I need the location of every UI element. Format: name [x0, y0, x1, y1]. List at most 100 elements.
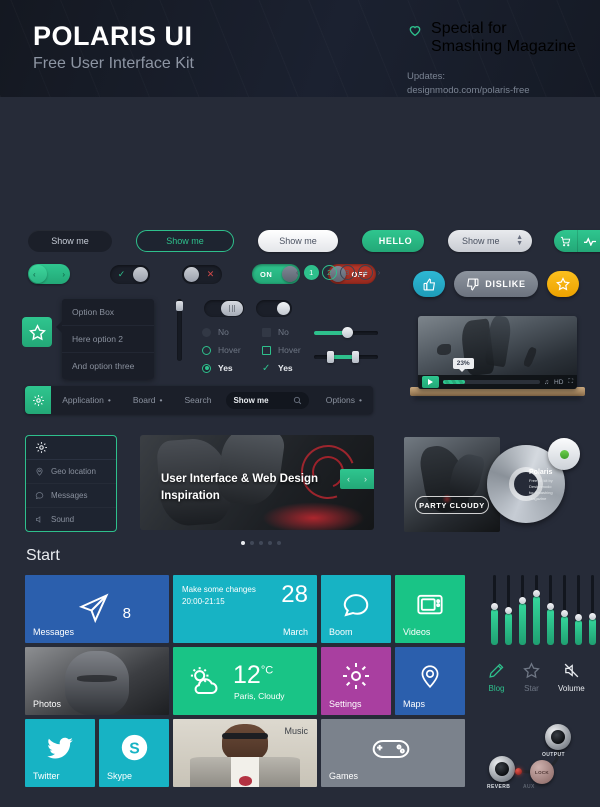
cart-icon[interactable]	[554, 230, 578, 252]
page-2[interactable]: 2	[321, 265, 337, 280]
fullscreen-icon[interactable]: ⛶	[568, 378, 573, 386]
paper-plane-icon	[78, 593, 109, 623]
hero-banner[interactable]: User Interface & Web Design Inspiration …	[140, 435, 374, 530]
pagination-next[interactable]: ›	[376, 268, 383, 277]
eq-handle[interactable]	[589, 612, 596, 620]
outline-button[interactable]: Show me	[136, 230, 234, 252]
tile-settings[interactable]: Settings	[321, 647, 391, 715]
tile-photos[interactable]: Photos	[25, 647, 169, 715]
radio-option-yes[interactable]: Yes	[202, 363, 241, 373]
range-handle-min[interactable]	[327, 351, 335, 363]
slider-handle[interactable]	[176, 301, 183, 311]
hello-button[interactable]: HELLO	[362, 230, 424, 252]
hd-button[interactable]: HD	[554, 379, 563, 386]
dislike-button[interactable]: DISLIKE	[454, 271, 538, 297]
eq-handle[interactable]	[561, 610, 568, 617]
check-toggle[interactable]: ✓	[110, 264, 150, 284]
legend-star[interactable]: Star	[523, 662, 540, 693]
option-item-2[interactable]: Here option 2	[62, 326, 154, 353]
page-3[interactable]: 3	[339, 265, 355, 280]
eq-slider[interactable]	[491, 575, 498, 645]
nav-item-application[interactable]: Application •	[51, 395, 122, 405]
page-4[interactable]: 4	[357, 265, 373, 280]
checkbox-option-no[interactable]: No	[262, 327, 301, 337]
like-button[interactable]	[413, 271, 445, 297]
carousel-dot[interactable]	[277, 541, 281, 545]
search-input[interactable]: Show me	[226, 391, 309, 409]
carousel-dot[interactable]	[259, 541, 263, 545]
video-progress-bar[interactable]: 23%	[443, 358, 541, 384]
tile-videos[interactable]: Videos	[395, 575, 465, 643]
carousel-dot[interactable]	[241, 541, 245, 545]
eq-handle[interactable]	[547, 603, 554, 610]
banner-prev-button[interactable]: ‹	[340, 469, 357, 489]
slider-handle[interactable]	[341, 327, 353, 338]
option-item-1[interactable]: Option Box	[62, 299, 154, 326]
toggle-knob	[221, 301, 243, 316]
nav-item-board[interactable]: Board •	[122, 395, 174, 405]
tile-maps[interactable]: Maps	[395, 647, 465, 715]
tile-games[interactable]: Games	[321, 719, 465, 787]
banner-next-button[interactable]: ›	[357, 469, 374, 489]
light-button[interactable]: Show me	[258, 230, 338, 252]
legend-volume[interactable]: Volume	[558, 662, 585, 693]
checkbox-option-yes[interactable]: ✓ Yes	[262, 363, 301, 373]
reverb-jack[interactable]	[489, 756, 515, 782]
next-arrow[interactable]: ›	[62, 270, 65, 279]
tile-weather[interactable]: 12°C Paris, Cloudy	[173, 647, 317, 715]
output-jack[interactable]	[545, 724, 571, 750]
checkbox-option-hover[interactable]: Hover	[262, 345, 301, 355]
prev-next-switch[interactable]: ‹ ›	[28, 264, 70, 284]
volume-icon[interactable]: ♫	[544, 379, 549, 386]
on-switch[interactable]: ON	[252, 264, 300, 284]
prev-arrow[interactable]: ‹	[33, 270, 36, 279]
eq-slider[interactable]	[561, 575, 568, 645]
single-slider[interactable]	[314, 327, 378, 338]
power-button[interactable]	[548, 438, 580, 470]
select-dropdown[interactable]: Show me ▲ ▼	[448, 230, 532, 252]
nav-item-search[interactable]: Search	[174, 395, 223, 405]
range-slider[interactable]	[314, 351, 378, 363]
eq-slider[interactable]	[575, 575, 582, 645]
tile-music[interactable]: Music	[173, 719, 317, 787]
eq-slider[interactable]	[519, 575, 526, 645]
legend-blog[interactable]: Blog	[488, 662, 505, 693]
pagination-prev[interactable]: ‹	[294, 268, 301, 277]
sidebar-item-sound[interactable]: Sound	[26, 508, 116, 531]
eq-slider[interactable]	[505, 575, 512, 645]
eq-slider[interactable]	[589, 575, 596, 645]
eq-slider[interactable]	[547, 575, 554, 645]
radio-option-hover[interactable]: Hover	[202, 345, 241, 355]
star-trigger-button[interactable]	[22, 317, 52, 347]
page-1[interactable]: 1	[303, 265, 319, 280]
range-handle-max[interactable]	[352, 351, 360, 363]
gear-icon[interactable]	[25, 386, 52, 414]
eq-handle[interactable]	[491, 603, 498, 610]
weather-photo-card[interactable]: PARTY CLOUDY	[404, 437, 500, 532]
tile-changes[interactable]: Make some changes 20:00-21:15 28 March	[173, 575, 317, 643]
round-toggle[interactable]	[256, 300, 292, 317]
option-item-3[interactable]: And option three	[62, 353, 154, 379]
lock-button[interactable]: LOCK	[530, 760, 554, 784]
carousel-dot[interactable]	[250, 541, 254, 545]
x-toggle[interactable]: ✕	[182, 264, 222, 284]
sidebar-item-geo-location[interactable]: Geo location	[26, 460, 116, 484]
side-menu-header[interactable]	[26, 436, 116, 460]
nav-item-options[interactable]: Options •	[315, 395, 373, 405]
video-player[interactable]: 23% ♫ HD ⛶	[418, 316, 577, 389]
tile-messages[interactable]: 8 Messages	[25, 575, 169, 643]
sidebar-item-messages[interactable]: Messages	[26, 484, 116, 508]
grip-toggle[interactable]	[204, 300, 244, 317]
pulse-icon[interactable]	[578, 230, 600, 252]
tile-twitter[interactable]: Twitter	[25, 719, 95, 787]
carousel-dot[interactable]	[268, 541, 272, 545]
tile-boom[interactable]: Boom	[321, 575, 391, 643]
dark-button[interactable]: Show me	[28, 230, 112, 252]
radio-option-no[interactable]: No	[202, 327, 241, 337]
play-button[interactable]	[422, 376, 439, 388]
favorite-button[interactable]	[547, 271, 579, 297]
tile-skype[interactable]: S Skype	[99, 719, 169, 787]
eq-slider[interactable]	[533, 575, 540, 645]
updates-url[interactable]: designmodo.com/polaris-free	[407, 84, 576, 97]
vertical-slider[interactable]	[176, 299, 183, 361]
